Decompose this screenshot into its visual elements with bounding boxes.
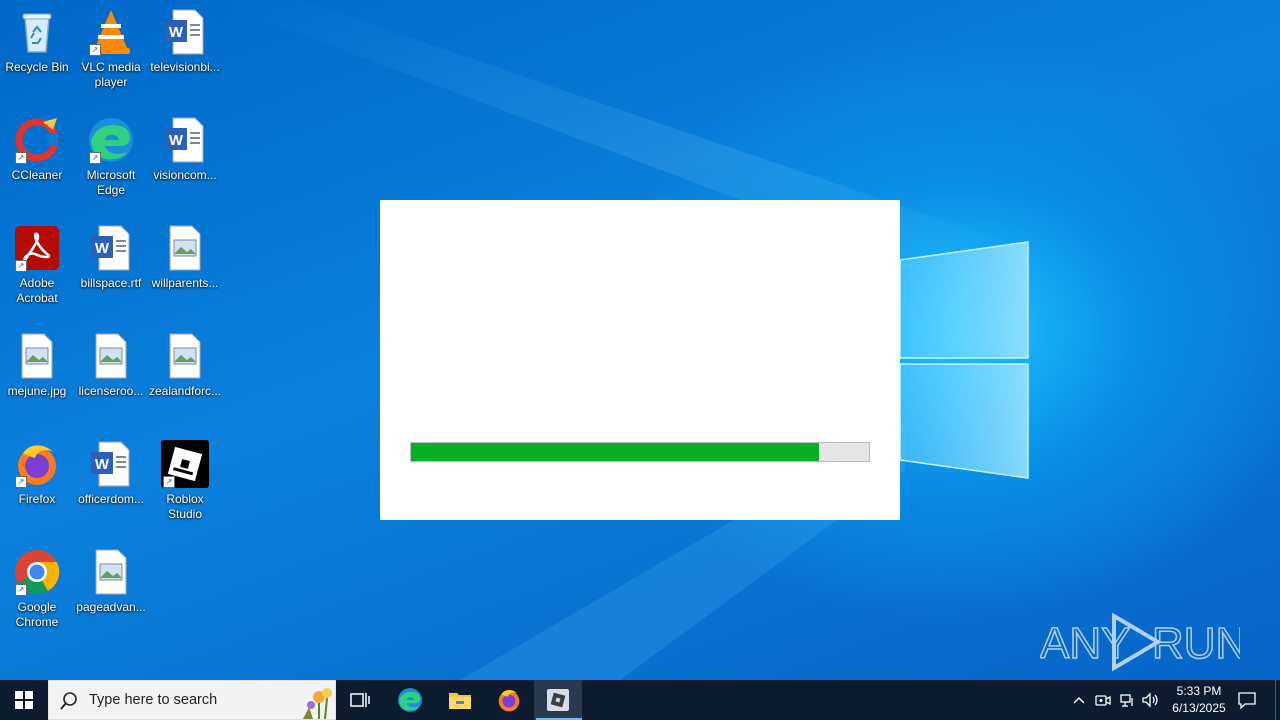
shortcut-arrow-icon: ↗ (15, 260, 27, 272)
tray-overflow-button[interactable] (1068, 680, 1090, 720)
taskbar-roblox-studio-button[interactable] (534, 680, 582, 720)
tray-volume-button[interactable] (1140, 680, 1162, 720)
desktop-icon-google-chrome[interactable]: ↗ Google Chrome (0, 548, 74, 630)
progress-bar (410, 442, 870, 462)
svg-text:W: W (95, 240, 110, 257)
desktop-icon-label: Microsoft Edge (86, 168, 136, 197)
image-file-icon (169, 333, 201, 379)
desktop-icon-adobe-acrobat[interactable]: ↗ Adobe Acrobat (0, 224, 74, 306)
desktop-icon-label: officerdom... (78, 492, 144, 506)
desktop-icon-recycle-bin[interactable]: Recycle Bin (0, 8, 74, 75)
image-file-icon (169, 225, 201, 271)
start-button[interactable] (0, 680, 48, 720)
desktop-icon-label: Firefox (18, 492, 56, 506)
image-file-icon (95, 549, 127, 595)
desktop-icon-zealandforc[interactable]: zealandforc... (148, 332, 222, 399)
desktop-icon-microsoft-edge[interactable]: ↗ Microsoft Edge (74, 116, 148, 198)
edge-icon (398, 688, 422, 712)
desktop-icon-label: Recycle Bin (5, 60, 69, 74)
clock-time: 5:33 PM (1176, 684, 1222, 698)
meet-now-icon (1095, 695, 1111, 706)
desktop-icon-visioncom[interactable]: W visioncom... (148, 116, 222, 183)
desktop-icon-ccleaner[interactable]: ↗ CCleaner (0, 116, 74, 183)
desktop-icon-firefox[interactable]: ↗ Firefox (0, 440, 74, 507)
tray-meet-now-button[interactable] (1092, 680, 1114, 720)
desktop-icon-willparents[interactable]: willparents... (148, 224, 222, 291)
svg-text:W: W (169, 132, 184, 149)
taskbar-edge-button[interactable] (386, 680, 434, 720)
desktop-icon-label: VLC media player (81, 60, 141, 89)
taskbar-firefox-button[interactable] (485, 680, 533, 720)
task-view-button[interactable] (336, 680, 384, 720)
desktop-icon-mejune-jpg[interactable]: mejune.jpg (0, 332, 74, 399)
desktop-icon-roblox-studio[interactable]: ↗ Roblox Studio (148, 440, 222, 522)
shortcut-arrow-icon: ↗ (163, 476, 175, 488)
anyrun-watermark: ANY RUN (1040, 612, 1240, 672)
shortcut-arrow-icon: ↗ (15, 476, 27, 488)
action-center-button[interactable] (1232, 680, 1262, 720)
desktop-icon-televisionbi[interactable]: W televisionbi... (148, 8, 222, 75)
search-placeholder: Type here to search (89, 692, 218, 708)
desktop-icon-pageadvan[interactable]: pageadvan... (74, 548, 148, 615)
roblox-studio-icon (547, 689, 569, 711)
desktop-icon-label: mejune.jpg (7, 384, 67, 398)
desktop-icon-label: zealandforc... (148, 384, 222, 398)
image-file-icon (21, 333, 53, 379)
taskbar-file-explorer-button[interactable] (436, 680, 484, 720)
speaker-icon (1142, 692, 1158, 708)
taskbar-search-box[interactable]: Type here to search (48, 680, 336, 720)
file-explorer-icon (449, 693, 471, 709)
shortcut-arrow-icon: ↗ (89, 152, 101, 164)
word-document-icon: W (91, 441, 130, 487)
taskbar-clock[interactable]: 5:33 PM 6/13/2025 (1164, 683, 1234, 717)
image-file-icon (95, 333, 127, 379)
watermark-text-any: ANY (1040, 619, 1130, 668)
shortcut-arrow-icon: ↗ (15, 584, 27, 596)
desktop-icon-label: licenseroo... (78, 384, 144, 398)
search-highlight-flowers-icon (303, 688, 332, 719)
word-document-icon: W (91, 225, 130, 271)
desktop-icon-officerdom[interactable]: W officerdom... (74, 440, 148, 507)
desktop-icon-label: visioncom... (153, 168, 217, 182)
word-document-icon: W (165, 117, 204, 163)
desktop-icon-licenseroo[interactable]: licenseroo... (74, 332, 148, 399)
shortcut-arrow-icon: ↗ (15, 152, 27, 164)
watermark-text-run: RUN (1152, 619, 1240, 668)
desktop-icon-label: pageadvan... (76, 600, 146, 614)
desktop-icon-label: billspace.rtf (80, 276, 142, 290)
desktop-icon-billspace-rtf[interactable]: W billspace.rtf (74, 224, 148, 291)
tray-network-button[interactable] (1116, 680, 1138, 720)
desktop-icon-label: CCleaner (11, 168, 63, 182)
desktop-icon-label: willparents... (151, 276, 219, 290)
network-icon (1120, 694, 1133, 707)
taskbar: Type here to search 5:33 PM 6/13/2025 (0, 680, 1280, 720)
task-view-icon (350, 693, 370, 707)
show-desktop-button[interactable] (1275, 680, 1280, 720)
desktop: Recycle Bin ↗ CCleaner ↗ Adobe Acrobat m… (0, 0, 1280, 680)
windows-start-icon (15, 691, 33, 709)
loading-dialog (380, 200, 900, 520)
notification-icon (1238, 692, 1256, 709)
shortcut-arrow-icon: ↗ (89, 44, 101, 56)
desktop-icon-label: Adobe Acrobat (16, 276, 58, 305)
svg-text:W: W (95, 456, 110, 473)
desktop-icon-label: Roblox Studio (166, 492, 204, 521)
desktop-icon-label: Google Chrome (15, 600, 59, 629)
desktop-icon-label: televisionbi... (150, 60, 220, 74)
windows-logo-wallpaper (900, 241, 1029, 479)
word-document-icon: W (165, 9, 204, 55)
svg-text:W: W (169, 24, 184, 41)
progress-bar-fill (411, 443, 819, 461)
search-icon (59, 691, 79, 711)
recycle-bin-icon (22, 13, 52, 53)
firefox-icon (498, 689, 520, 712)
clock-date: 6/13/2025 (1172, 701, 1226, 715)
desktop-icon-vlc[interactable]: ↗ VLC media player (74, 8, 148, 90)
chevron-up-icon (1073, 697, 1085, 704)
